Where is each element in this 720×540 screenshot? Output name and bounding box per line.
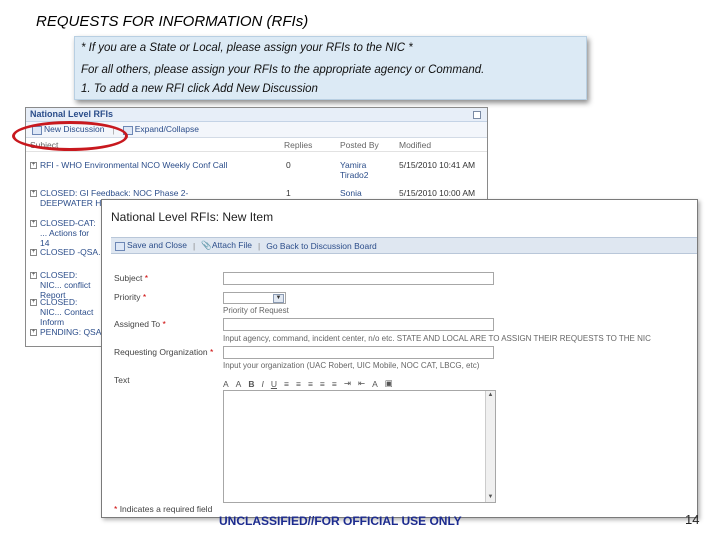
- expand-collapse-button[interactable]: Expand/Collapse: [122, 124, 199, 135]
- scroll-up-icon[interactable]: ▲: [486, 391, 495, 400]
- requesting-org-hint: Input your organization (UAC Robert, UIC…: [223, 361, 480, 370]
- align-right-icon[interactable]: ≡: [308, 379, 313, 389]
- row-subject[interactable]: CLOSED -QSA...: [40, 247, 105, 257]
- paperclip-icon: 📎: [201, 240, 212, 250]
- row-replies: 0: [286, 160, 291, 170]
- row-subject[interactable]: RFI - WHO Environmental NCO Weekly Conf …: [40, 160, 230, 170]
- column-posted-by[interactable]: Posted By: [340, 140, 379, 150]
- instructions-callout: * If you are a State or Local, please as…: [74, 36, 587, 100]
- subject-input[interactable]: [223, 272, 494, 285]
- italic-icon[interactable]: I: [261, 379, 263, 389]
- font-size-icon[interactable]: A: [223, 379, 229, 389]
- form-toolbar: Save and Close | 📎Attach File | Go Back …: [111, 237, 697, 254]
- priority-label: Priority *: [114, 292, 147, 302]
- assigned-to-hint: Input agency, command, incident center, …: [223, 334, 651, 343]
- bold-icon[interactable]: B: [248, 379, 254, 389]
- row-posted-by[interactable]: Sonia: [340, 188, 362, 198]
- row-posted-by[interactable]: Yamira Tirado2: [340, 160, 390, 180]
- rich-text-toolbar: A A B I U ≡ ≡ ≡ ≡ ≡ ⇥ ⇤ A ▣: [223, 377, 496, 390]
- highlight-icon[interactable]: ▣: [385, 378, 393, 389]
- go-back-link[interactable]: Go Back to Discussion Board: [266, 241, 377, 251]
- expand-row-icon[interactable]: +: [30, 329, 37, 336]
- save-and-close-button[interactable]: Save and Close: [115, 240, 188, 251]
- attach-file-button[interactable]: 📎Attach File: [201, 240, 252, 251]
- row-modified: 5/15/2010 10:41 AM: [399, 160, 476, 170]
- column-modified[interactable]: Modified: [399, 140, 431, 150]
- highlight-oval: [12, 121, 128, 151]
- page-number: 14: [685, 512, 700, 527]
- new-item-form-screenshot: National Level RFIs: New Item Save and C…: [101, 199, 698, 518]
- requesting-org-input[interactable]: [223, 346, 494, 359]
- row-replies: 1: [286, 188, 291, 198]
- outdent-icon[interactable]: ⇤: [358, 378, 365, 389]
- scroll-down-icon[interactable]: ▼: [486, 493, 495, 502]
- font-color-icon[interactable]: A: [236, 379, 242, 389]
- assigned-to-input[interactable]: [223, 318, 494, 331]
- instruction-others: For all others, please assign your RFIs …: [81, 64, 485, 76]
- indent-icon[interactable]: ⇥: [344, 378, 351, 389]
- chevron-down-icon[interactable]: ▼: [273, 294, 284, 303]
- attach-label: Attach File: [211, 240, 252, 250]
- expand-collapse-label: Expand/Collapse: [134, 124, 199, 135]
- row-subject[interactable]: CLOSED: NIC... Contact Inform: [40, 297, 100, 327]
- subject-label: Subject *: [114, 273, 149, 283]
- text-label: Text: [114, 375, 130, 385]
- table-row[interactable]: + RFI - WHO Environmental NCO Weekly Con…: [26, 160, 487, 182]
- priority-hint: Priority of Request: [223, 306, 289, 315]
- form-title: National Level RFIs: New Item: [111, 210, 274, 224]
- align-left-icon[interactable]: ≡: [284, 379, 289, 389]
- expand-row-icon[interactable]: +: [30, 249, 37, 256]
- numbered-list-icon[interactable]: ≡: [320, 379, 325, 389]
- list-header-title: National Level RFIs: [30, 109, 114, 119]
- row-subject[interactable]: PENDING: QSA...: [40, 327, 109, 337]
- expand-row-icon[interactable]: +: [30, 272, 37, 279]
- requesting-org-label: Requesting Organization *: [114, 347, 214, 357]
- web-part-menu-icon[interactable]: [473, 111, 481, 119]
- priority-select[interactable]: ▼: [223, 292, 286, 304]
- slide-title: REQUESTS FOR INFORMATION (RFIs): [36, 13, 309, 30]
- assigned-to-label: Assigned To *: [114, 319, 166, 329]
- row-subject[interactable]: CLOSED: NIC... conflict Report: [40, 270, 100, 300]
- save-icon: [115, 241, 125, 251]
- classification-banner: UNCLASSIFIED//FOR OFFICIAL USE ONLY: [219, 514, 462, 528]
- text-editor-area[interactable]: ▲ ▼: [223, 390, 496, 503]
- column-replies[interactable]: Replies: [284, 140, 312, 150]
- row-modified: 5/15/2010 10:00 AM: [399, 188, 476, 198]
- align-center-icon[interactable]: ≡: [296, 379, 301, 389]
- expand-row-icon[interactable]: +: [30, 299, 37, 306]
- editor-scrollbar[interactable]: ▲ ▼: [485, 391, 495, 502]
- save-label: Save and Close: [127, 240, 188, 251]
- instruction-add-new: 1. To add a new RFI click Add New Discus…: [81, 83, 318, 95]
- text-color-icon[interactable]: A: [372, 379, 378, 389]
- instruction-state-local: * If you are a State or Local, please as…: [81, 42, 413, 54]
- row-subject[interactable]: CLOSED-CAT: ... Actions for 14: [40, 218, 100, 248]
- required-field-note: * Indicates a required field: [114, 504, 213, 514]
- expand-row-icon[interactable]: +: [30, 220, 37, 227]
- bullet-list-icon[interactable]: ≡: [332, 379, 337, 389]
- expand-row-icon[interactable]: +: [30, 162, 37, 169]
- underline-icon[interactable]: U: [271, 379, 277, 389]
- list-header: National Level RFIs: [26, 108, 487, 122]
- expand-row-icon[interactable]: +: [30, 190, 37, 197]
